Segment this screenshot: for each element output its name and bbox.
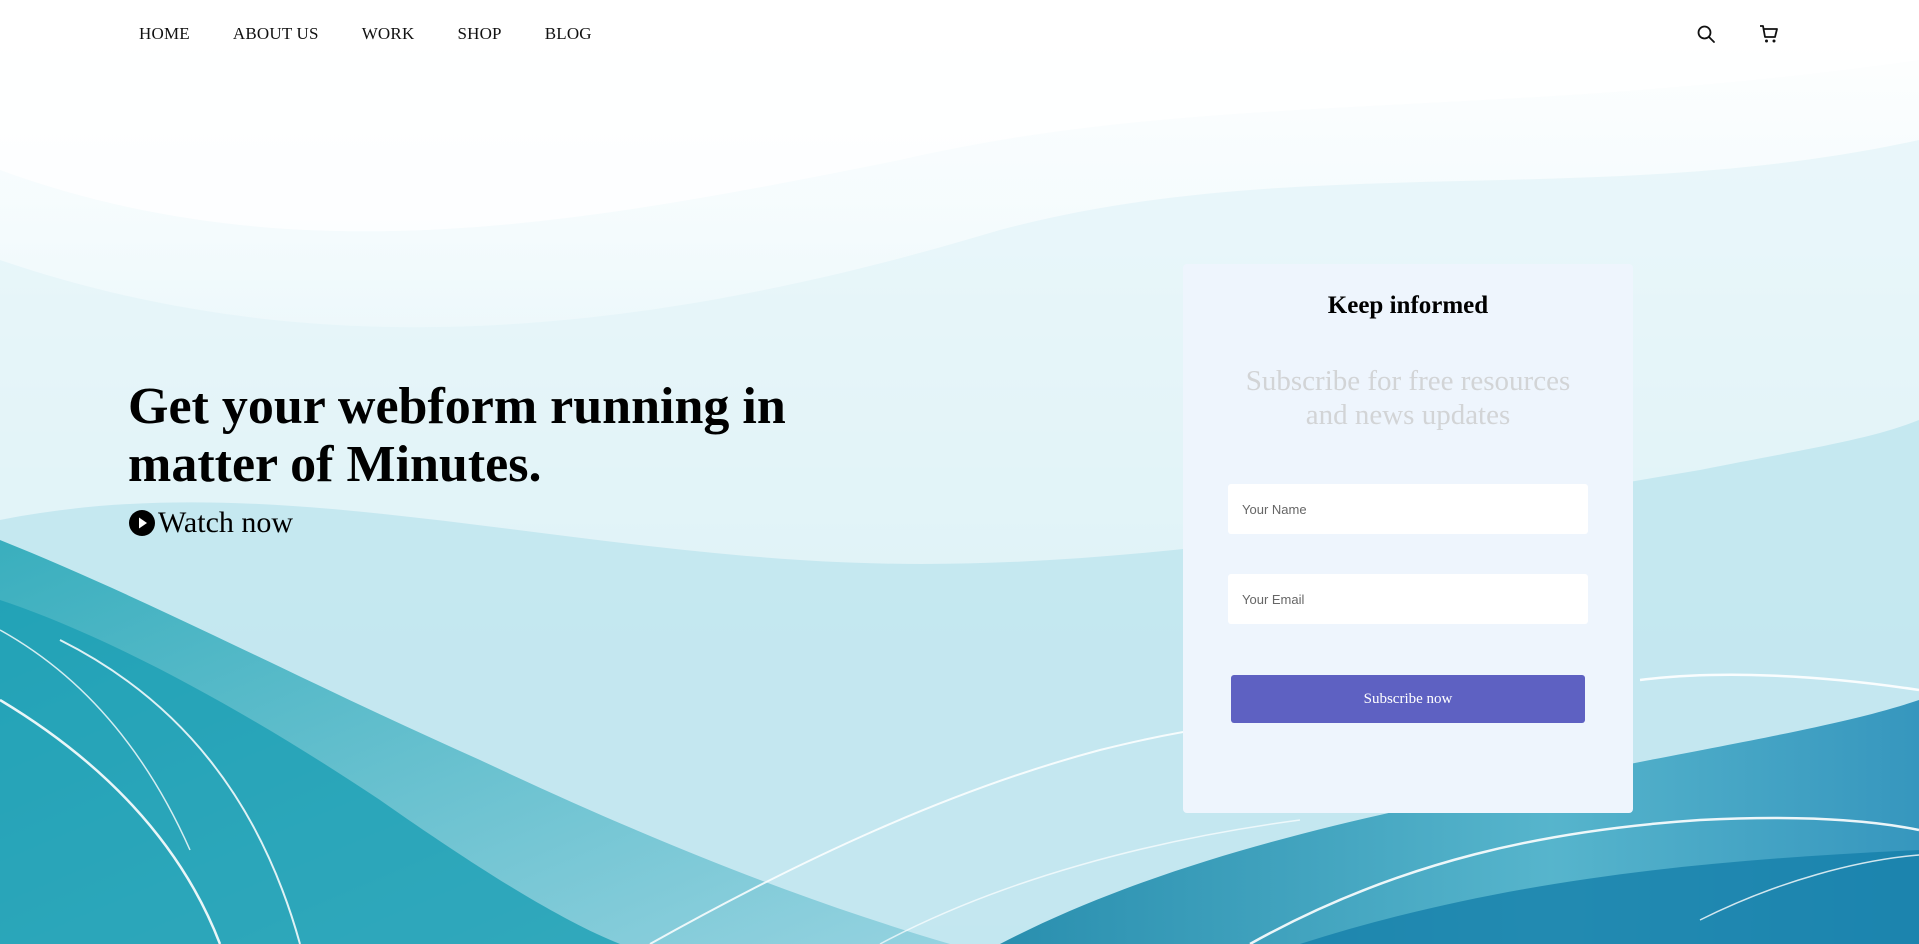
name-field[interactable]	[1228, 484, 1588, 534]
hero-headline: Get your webform running in matter of Mi…	[128, 378, 786, 493]
nav-item-home[interactable]: HOME	[139, 24, 190, 44]
watch-now-link[interactable]: Watch now	[128, 506, 828, 540]
nav-item-blog[interactable]: BLOG	[545, 24, 592, 44]
email-field[interactable]	[1228, 574, 1588, 624]
nav-item-shop[interactable]: SHOP	[457, 24, 501, 44]
search-icon[interactable]	[1694, 22, 1718, 46]
play-circle-icon	[129, 510, 155, 536]
subscribe-button[interactable]: Subscribe now	[1231, 675, 1585, 723]
card-subtitle: Subscribe for free resources and news up…	[1245, 365, 1571, 431]
cart-icon[interactable]	[1757, 22, 1781, 46]
subscribe-card: Keep informed Subscribe for free resourc…	[1183, 264, 1633, 813]
main-nav: HOME ABOUT US WORK SHOP BLOG	[139, 24, 592, 44]
nav-item-work[interactable]: WORK	[362, 24, 415, 44]
hero-section: Get your webform running in matter of Mi…	[128, 378, 828, 540]
card-title: Keep informed	[1327, 292, 1489, 319]
nav-item-about-us[interactable]: ABOUT US	[233, 24, 319, 44]
watch-now-label: Watch now	[158, 506, 294, 539]
